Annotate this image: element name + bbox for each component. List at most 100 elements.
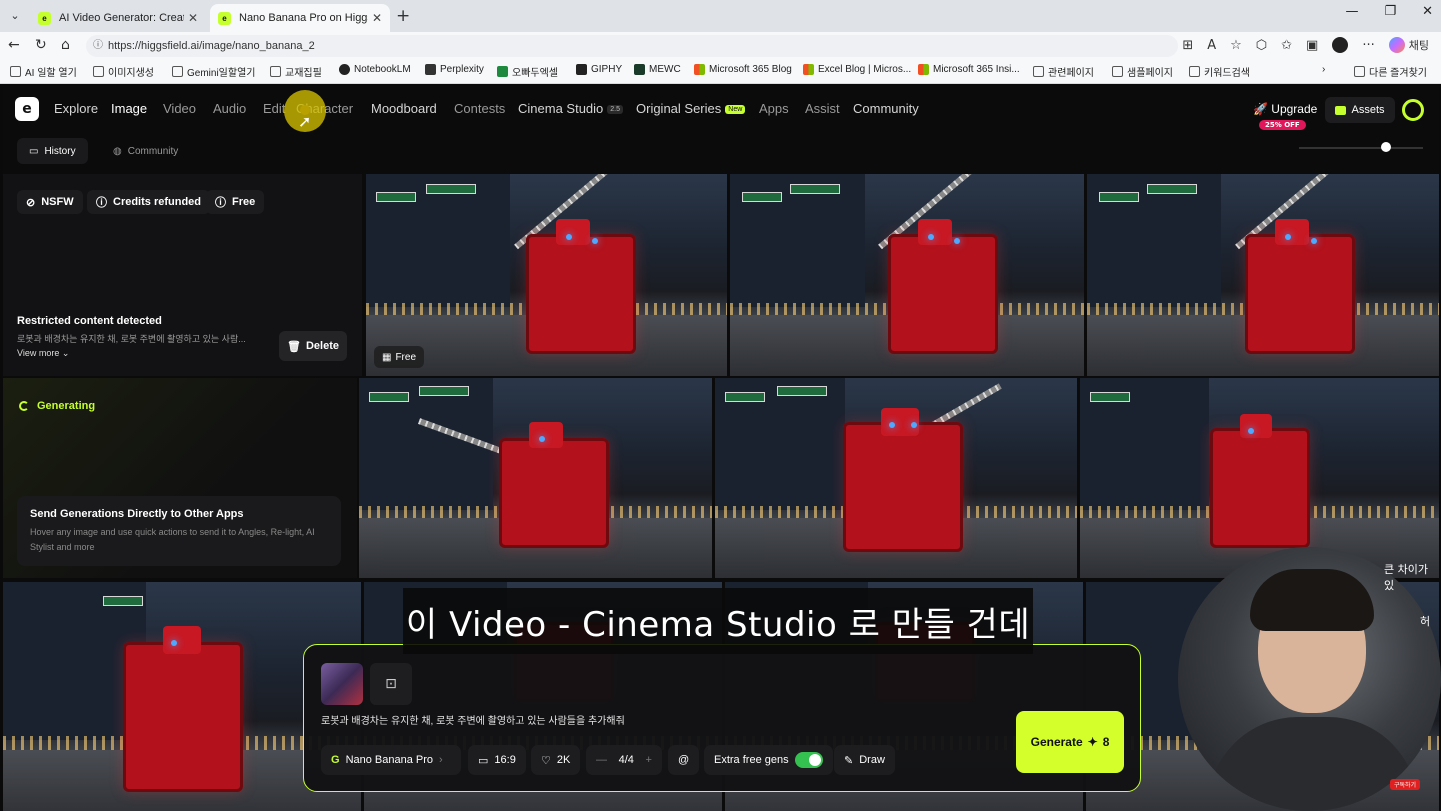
back-arrow-icon[interactable]: ← <box>8 37 20 53</box>
generating-status: Generating <box>19 400 95 412</box>
tab-community[interactable]: ◍ Community <box>101 138 190 164</box>
upgrade-button[interactable]: 🚀 Upgrade <box>1253 102 1317 116</box>
free-badge: ▦ Free <box>374 346 425 368</box>
minus-icon[interactable]: — <box>596 754 607 766</box>
bookmark[interactable]: NotebookLM <box>339 64 411 75</box>
new-tab-plus-icon[interactable]: + <box>396 6 410 26</box>
giphy-icon <box>576 64 587 75</box>
view-more-link[interactable]: View more ⌄ <box>17 348 69 359</box>
browser-tab[interactable]: e AI Video Generator: Create stunnin ✕ <box>30 4 206 32</box>
bookmark[interactable]: Microsoft 365 Blog <box>694 64 792 75</box>
folder-icon <box>172 66 183 77</box>
nav-assist[interactable]: Assist <box>805 101 840 116</box>
free-chip: ⓘ Free <box>206 190 265 214</box>
trash-icon: 🗑 <box>287 340 301 353</box>
reference-image-thumbnail[interactable] <box>321 663 363 705</box>
extra-free-gens-toggle[interactable]: Extra free gens <box>704 745 833 775</box>
minimize-icon[interactable]: — <box>1345 4 1358 19</box>
home-icon[interactable]: ⌂ <box>61 37 70 53</box>
generate-button[interactable]: Generate ✦ 8 <box>1016 711 1124 773</box>
spinner-icon <box>19 401 29 411</box>
toggle-switch[interactable] <box>794 752 823 768</box>
webcam-side-text: 큰 차이가 있 <box>1384 563 1428 592</box>
close-window-icon[interactable]: ✕ <box>1422 4 1433 19</box>
generated-image[interactable] <box>1080 378 1439 578</box>
bookmark[interactable]: 관련페이지 <box>1033 64 1094 79</box>
apps-icon[interactable]: ⊞ <box>1182 38 1193 53</box>
prompt-input[interactable]: 로봇과 배경차는 유지한 채, 로봇 주변에 촬영하고 있는 사람들을 추가해줘 <box>321 712 761 727</box>
more-menu-icon[interactable]: ··· <box>1362 38 1374 53</box>
restore-icon[interactable]: ❐ <box>1384 4 1396 19</box>
bookmark[interactable]: 키워드검색 <box>1189 64 1250 79</box>
count-stepper[interactable]: —4/4 + <box>586 745 662 775</box>
generated-image[interactable] <box>1087 174 1439 376</box>
bookmark[interactable]: 샘플페이지 <box>1112 64 1173 79</box>
discount-badge: 25% OFF <box>1259 120 1306 130</box>
reload-icon[interactable]: ↻ <box>35 37 47 53</box>
tab-list-chevron-icon[interactable]: ⌄ <box>6 6 24 24</box>
nav-contests[interactable]: Contests <box>454 101 505 116</box>
bookmark[interactable]: Gemini일할열기 <box>172 64 255 79</box>
nav-apps[interactable]: Apps <box>759 101 789 116</box>
nav-moodboard[interactable]: Moodboard <box>371 101 437 116</box>
extensions-icon[interactable]: ⬡ <box>1256 38 1267 53</box>
quality-selector[interactable]: ♡ 2K <box>531 745 581 775</box>
generated-image[interactable] <box>359 378 712 578</box>
top-navigation: e Explore Image Video Audio Edit Charact… <box>3 86 1439 134</box>
favorite-star-icon[interactable]: ☆ <box>1230 38 1242 53</box>
close-tab-icon[interactable]: ✕ <box>188 11 198 25</box>
generated-image[interactable]: ▦ Free <box>366 174 727 376</box>
nav-explore[interactable]: Explore <box>54 101 98 116</box>
bookmark[interactable]: MEWC <box>634 64 681 75</box>
copilot-icon <box>1388 37 1405 53</box>
delete-button[interactable]: 🗑 Delete <box>279 331 347 361</box>
folder-icon <box>1354 66 1365 77</box>
restricted-title: Restricted content detected <box>17 315 162 327</box>
bookmark[interactable]: AI 일할 열기 <box>10 64 77 79</box>
bookmark[interactable]: 교재집필 <box>270 64 322 79</box>
address-bar-row: ← ↻ ⌂ ⓘ https://higgsfield.ai/image/nano… <box>0 32 1441 60</box>
window-controls: — ❐ ✕ <box>1345 4 1433 19</box>
nav-audio[interactable]: Audio <box>213 101 246 116</box>
nav-cinema-studio[interactable]: Cinema Studio 2.5 <box>518 101 624 116</box>
read-aloud-icon[interactable]: A <box>1207 38 1216 53</box>
aspect-ratio-selector[interactable]: ▭ 16:9 <box>468 745 526 775</box>
grid-size-slider-handle[interactable] <box>1381 142 1391 152</box>
higgsfield-logo-icon[interactable]: e <box>15 97 39 121</box>
user-avatar[interactable] <box>1402 99 1424 121</box>
bookmark[interactable]: Perplexity <box>425 64 484 75</box>
plus-icon[interactable]: + <box>646 754 652 766</box>
favorites-icon[interactable]: ✩ <box>1281 38 1292 53</box>
close-tab-icon[interactable]: ✕ <box>372 11 382 25</box>
generated-image[interactable] <box>730 174 1084 376</box>
copilot-chat-button[interactable]: 채팅 <box>1388 37 1429 53</box>
generated-image[interactable] <box>715 378 1077 578</box>
model-selector[interactable]: G Nano Banana Pro › <box>321 745 461 775</box>
bookmark[interactable]: 오빠두엑셀 <box>497 64 558 79</box>
bookmarks-overflow-chevron-icon[interactable]: › <box>1322 64 1325 75</box>
other-bookmarks[interactable]: 다른 즐겨찾기 <box>1354 64 1427 79</box>
add-image-icon[interactable]: ⊡ <box>370 663 412 705</box>
bookmark[interactable]: 이미지생성 <box>93 64 154 79</box>
nav-original-series[interactable]: Original Series New <box>636 101 746 116</box>
profile-avatar[interactable] <box>1332 37 1349 53</box>
subscribe-badge: 구독하기 <box>1390 779 1421 790</box>
tab-history[interactable]: ▭ History <box>17 138 88 164</box>
url-field[interactable]: ⓘ https://higgsfield.ai/image/nano_banan… <box>86 35 1178 57</box>
browser-toolbar-icons: ⊞ A ☆ ⬡ ✩ ▣ ··· 채팅 <box>1182 37 1429 53</box>
draw-button[interactable]: ✎ Draw <box>834 745 895 775</box>
nav-edit[interactable]: Edit <box>263 101 285 116</box>
nav-community[interactable]: Community <box>853 101 919 116</box>
bookmark[interactable]: GIPHY <box>576 64 622 75</box>
assets-button[interactable]: Assets <box>1325 97 1395 123</box>
bookmark[interactable]: Microsoft 365 Insi... <box>918 64 1020 75</box>
collections-icon[interactable]: ▣ <box>1306 38 1318 53</box>
bookmark[interactable]: Excel Blog | Micros... <box>803 64 911 75</box>
site-info-icon[interactable]: ⓘ <box>93 35 103 57</box>
sparkle-icon: ✦ <box>1087 735 1098 749</box>
nav-video[interactable]: Video <box>163 101 196 116</box>
nav-image[interactable]: Image <box>111 101 147 116</box>
mention-button[interactable]: @ <box>668 745 700 775</box>
browser-tab-active[interactable]: e Nano Banana Pro on Higgsfield: N ✕ <box>210 4 390 32</box>
grid-size-slider-track[interactable] <box>1299 147 1423 149</box>
